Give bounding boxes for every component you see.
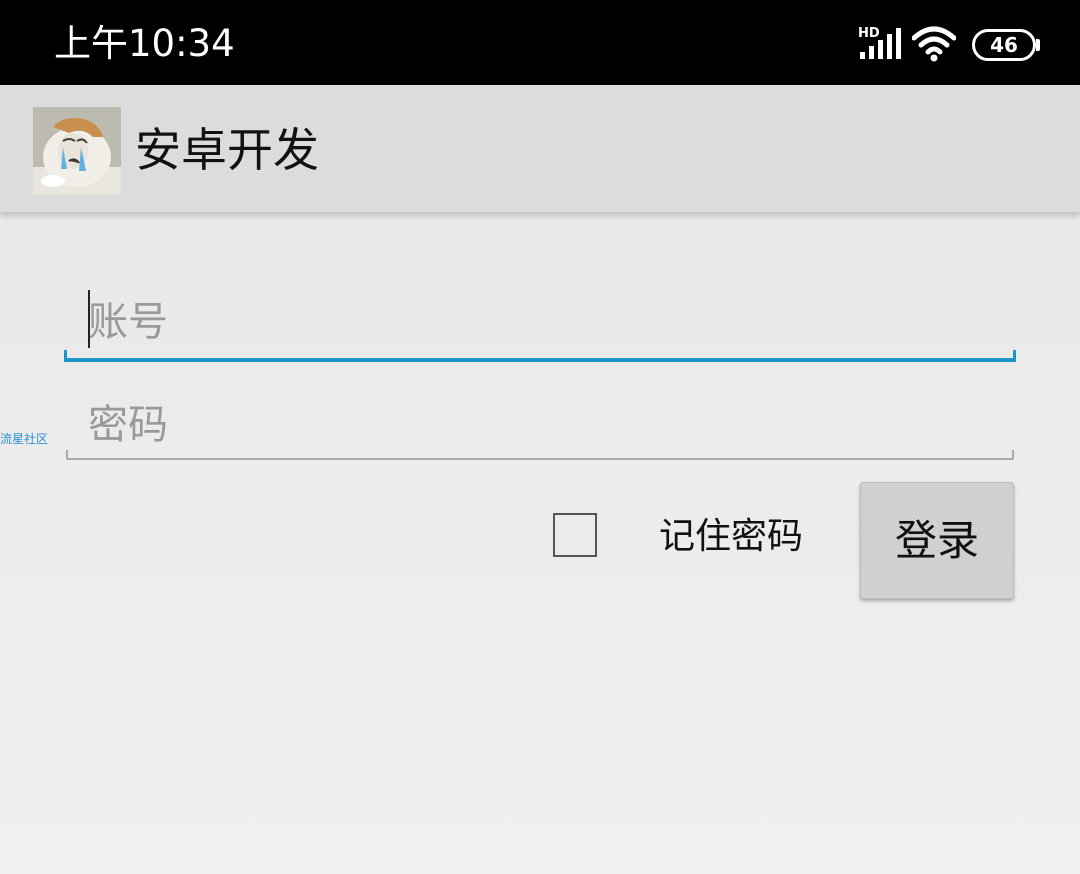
account-underline	[64, 350, 1016, 362]
status-bar: 上午10:34 HD 46	[0, 0, 1080, 85]
app-title: 安卓开发	[135, 123, 319, 177]
login-button[interactable]: 登录	[860, 482, 1014, 599]
signal-icon	[860, 28, 901, 59]
account-input[interactable]	[88, 292, 988, 352]
status-icons: HD 46	[840, 0, 1080, 85]
password-field[interactable]	[66, 385, 1014, 460]
account-field[interactable]	[64, 282, 1016, 362]
password-input[interactable]	[88, 395, 988, 455]
battery-tip	[1036, 39, 1040, 51]
battery-level: 46	[990, 33, 1018, 57]
app-logo-image	[33, 107, 121, 195]
watermark-text: 流星社区	[0, 432, 49, 446]
wifi-icon	[912, 26, 956, 62]
battery-icon: 46	[972, 29, 1040, 61]
remember-password-checkbox[interactable]	[553, 513, 597, 557]
text-cursor	[88, 290, 90, 348]
password-underline	[66, 450, 1014, 460]
remember-password-label: 记住密码	[659, 516, 804, 557]
app-logo-avatar	[33, 107, 121, 195]
status-time: 上午10:34	[54, 22, 235, 65]
app-bar: 安卓开发	[0, 85, 1080, 212]
